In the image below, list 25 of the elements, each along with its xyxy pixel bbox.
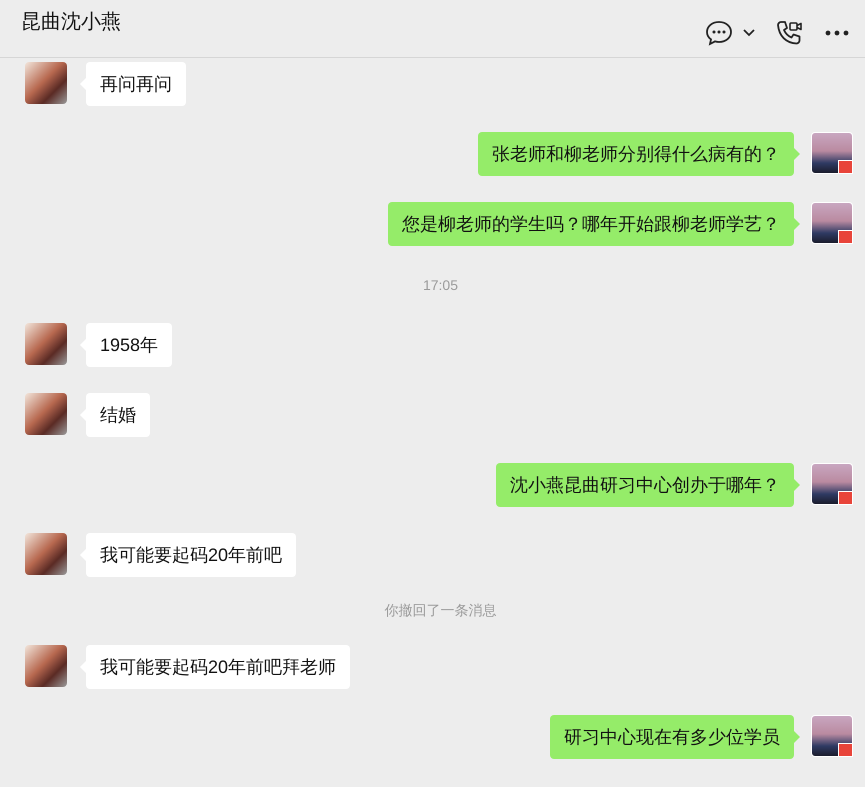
message-bubble: 再问再问 xyxy=(86,62,186,106)
message-bubble: 张老师和柳老师分别得什么病有的？ xyxy=(478,132,794,176)
message-bubble: 您是柳老师的学生吗？哪年开始跟柳老师学艺？ xyxy=(388,202,794,246)
avatar-photo-placeholder[interactable] xyxy=(811,463,853,505)
message-bubble: 结婚 xyxy=(86,393,150,437)
video-call-icon[interactable] xyxy=(775,18,803,46)
message-bubble: 沈小燕昆曲研习中心创办于哪年？ xyxy=(496,463,794,507)
chat-title: 昆曲沈小燕 xyxy=(21,10,121,35)
avatar-photo-placeholder[interactable] xyxy=(25,62,67,104)
avatar-photo-placeholder[interactable] xyxy=(25,645,67,687)
message-bubble: 我可能要起码20年前吧 xyxy=(86,533,296,577)
chevron-down-icon[interactable] xyxy=(743,28,755,36)
avatar-photo-placeholder[interactable] xyxy=(25,533,67,575)
avatar-photo-placeholder[interactable] xyxy=(25,393,67,435)
message-bubble: 我可能要起码20年前吧拜老师 xyxy=(86,645,350,689)
avatar-photo-placeholder[interactable] xyxy=(25,323,67,365)
timestamp: 17:05 xyxy=(422,276,458,292)
system-notice: 你撤回了一条消息 xyxy=(384,602,496,620)
message-bubble: 研习中心现在有多少位学员 xyxy=(550,715,794,759)
chat-bubble-icon[interactable] xyxy=(705,20,733,46)
avatar-photo-placeholder[interactable] xyxy=(811,715,853,757)
avatar-photo-placeholder[interactable] xyxy=(811,202,853,244)
more-icon[interactable] xyxy=(825,30,849,36)
message-bubble: 1958年 xyxy=(86,323,172,367)
avatar-photo-placeholder[interactable] xyxy=(811,132,853,174)
